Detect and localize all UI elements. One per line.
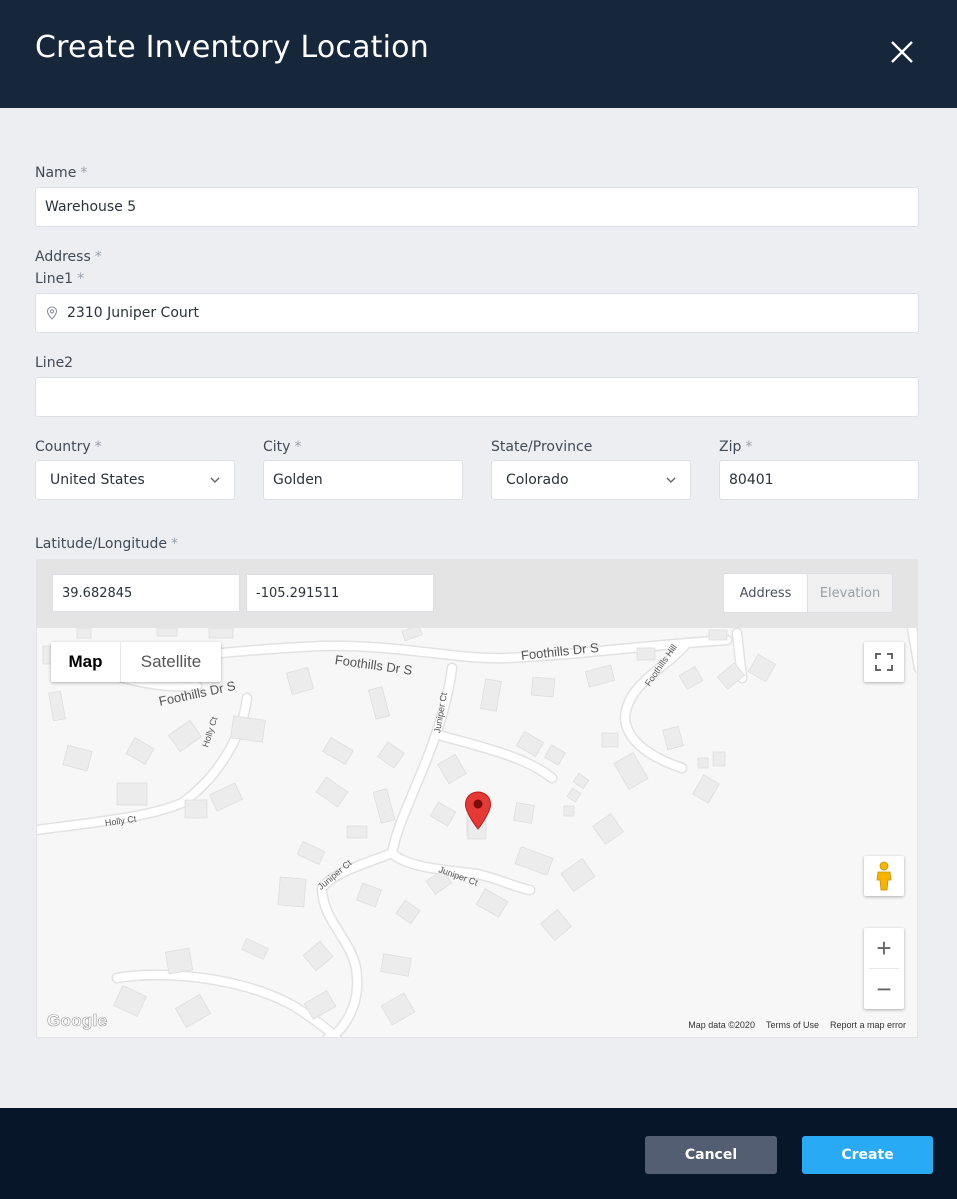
dialog-title: Create Inventory Location — [35, 30, 429, 65]
map-attribution: Map data ©2020 Terms of Use Report a map… — [688, 1020, 906, 1030]
zip-label: Zip * — [719, 439, 753, 455]
map-type-control: Map Satellite — [51, 642, 221, 682]
map-type-map-button[interactable]: Map — [51, 642, 120, 682]
map-canvas — [37, 628, 917, 1037]
lookup-mode-toggle: Address Elevation — [723, 573, 893, 613]
line1-input[interactable]: 2310 Juniper Court — [35, 293, 919, 333]
elevation-mode-button[interactable]: Elevation — [808, 574, 892, 612]
country-label: Country * — [35, 439, 102, 455]
street-view-button[interactable] — [864, 856, 904, 896]
name-input[interactable]: Warehouse 5 — [35, 187, 919, 227]
zoom-in-button[interactable]: + — [864, 928, 904, 968]
zoom-out-button[interactable]: − — [864, 969, 904, 1009]
line2-label: Line2 — [35, 355, 74, 371]
location-pin-icon — [46, 306, 58, 320]
fullscreen-icon — [875, 653, 893, 671]
country-select[interactable]: United States — [35, 460, 235, 500]
chevron-down-icon — [210, 477, 220, 483]
map-view[interactable]: Foothills Dr S Foothills Dr S Foothills … — [36, 627, 918, 1038]
google-logo: Google — [47, 1011, 108, 1031]
pegman-icon — [876, 861, 892, 891]
zip-input[interactable]: 80401 — [719, 460, 919, 500]
chevron-down-icon — [666, 477, 676, 483]
map-type-satellite-button[interactable]: Satellite — [120, 642, 221, 682]
state-select[interactable]: Colorado — [491, 460, 691, 500]
line2-input[interactable] — [35, 377, 919, 417]
zoom-control: + − — [864, 928, 904, 1009]
latitude-input[interactable]: 39.682845 — [52, 574, 240, 612]
location-marker-icon[interactable] — [464, 791, 492, 831]
create-button[interactable]: Create — [802, 1136, 933, 1174]
line1-label: Line1 * — [35, 271, 85, 287]
longitude-input[interactable]: -105.291511 — [246, 574, 434, 612]
latlng-label: Latitude/Longitude * — [35, 536, 178, 552]
name-label: Name * — [35, 165, 88, 181]
terms-of-use-link[interactable]: Terms of Use — [766, 1020, 819, 1030]
map-data-text: Map data ©2020 — [688, 1020, 755, 1030]
address-label: Address * — [35, 249, 102, 265]
city-input[interactable]: Golden — [263, 460, 463, 500]
address-mode-button[interactable]: Address — [724, 574, 808, 612]
state-label: State/Province — [491, 439, 593, 455]
report-map-error-link[interactable]: Report a map error — [830, 1020, 906, 1030]
fullscreen-button[interactable] — [864, 642, 904, 682]
cancel-button[interactable]: Cancel — [645, 1136, 777, 1174]
close-icon[interactable] — [886, 36, 918, 68]
city-label: City * — [263, 439, 302, 455]
dialog-header: Create Inventory Location — [0, 0, 957, 108]
